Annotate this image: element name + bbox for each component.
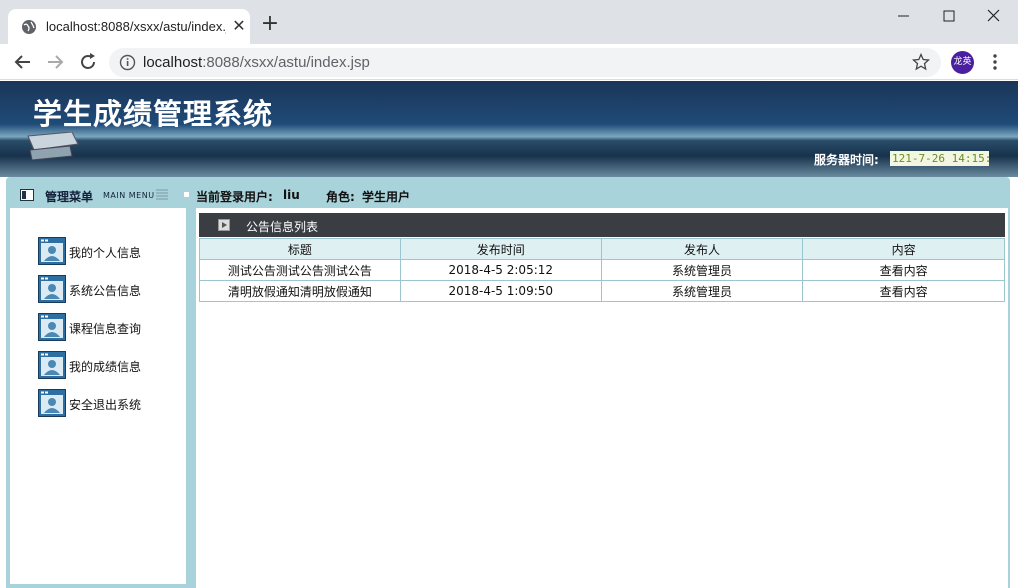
cell-title: 测试公告测试公告测试公告 (199, 259, 401, 281)
window-user-icon (38, 275, 66, 303)
table-row: 清明放假通知清明放假通知 2018-4-5 1:09:50 系统管理员 查看内容 (199, 280, 1005, 302)
cell-time: 2018-4-5 2:05:12 (399, 259, 602, 281)
sidebar-item-label: 我的成绩信息 (69, 360, 142, 374)
column-header-time: 发布时间 (399, 238, 602, 260)
play-icon (218, 219, 230, 231)
browser-tabstrip: localhost:8088/xsxx/astu/index.jsp ✕ + (0, 0, 1018, 44)
cell-time: 2018-4-5 1:09:50 (399, 280, 602, 302)
cell-publisher: 系统管理员 (600, 280, 804, 302)
plus-icon[interactable]: + (259, 13, 281, 36)
view-content-link[interactable]: 查看内容 (802, 259, 1005, 281)
url-text: localhost:8088/xsxx/astu/index.jsp (143, 54, 370, 71)
sidebar-item-announcements[interactable]: 系统公告信息 (38, 275, 178, 303)
star-icon[interactable] (912, 53, 930, 71)
window-close-icon[interactable] (982, 6, 1006, 26)
page-title: 学生成绩管理系统 (33, 97, 274, 131)
table-header-row: 标题 发布时间 发布人 内容 (199, 238, 1005, 260)
computer-icon (27, 132, 79, 160)
column-header-publisher: 发布人 (600, 238, 804, 260)
view-content-link[interactable]: 查看内容 (802, 280, 1005, 302)
bullet-icon (184, 192, 189, 197)
content-area: 公告信息列表 标题 发布时间 发布人 内容 测试公告测试公告测试公告 2018-… (196, 208, 1008, 588)
maximize-icon[interactable] (937, 6, 961, 26)
globe-icon (22, 20, 36, 34)
sidebar-item-label: 我的个人信息 (69, 246, 142, 260)
sidebar-item-logout[interactable]: 安全退出系统 (38, 389, 178, 417)
tab-title: localhost:8088/xsxx/astu/index.jsp (46, 19, 226, 34)
kebab-menu-icon[interactable] (985, 52, 1005, 72)
lines-icon (156, 189, 168, 200)
section-title: 公告信息列表 (246, 220, 319, 234)
close-icon[interactable]: ✕ (230, 17, 248, 35)
login-username: liu (283, 188, 300, 202)
menu-header: 管理菜单 MAIN MENU (10, 183, 186, 208)
info-icon[interactable] (119, 54, 136, 71)
menu-panel-icon (20, 189, 34, 201)
cell-title: 清明放假通知清明放假通知 (199, 280, 401, 302)
window-user-icon (38, 237, 66, 265)
table-row: 测试公告测试公告测试公告 2018-4-5 2:05:12 系统管理员 查看内容 (199, 259, 1005, 281)
notice-table: 标题 发布时间 发布人 内容 测试公告测试公告测试公告 2018-4-5 2:0… (199, 238, 1005, 302)
role-label: 角色: (326, 190, 355, 204)
page-banner: 学生成绩管理系统 服务器时间: 121-7-26 14:15:5 (0, 81, 1018, 177)
menu-subtitle: MAIN MENU (103, 191, 155, 200)
cell-publisher: 系统管理员 (600, 259, 804, 281)
window-user-icon (38, 389, 66, 417)
avatar[interactable]: 龙英 (951, 51, 974, 74)
window-user-icon (38, 313, 66, 341)
sidebar-item-label: 课程信息查询 (69, 322, 142, 336)
column-header-title: 标题 (199, 238, 401, 260)
sidebar-item-personal-info[interactable]: 我的个人信息 (38, 237, 178, 265)
back-arrow-icon[interactable] (11, 50, 35, 74)
window-user-icon (38, 351, 66, 379)
login-user-label: 当前登录用户: (196, 190, 273, 204)
browser-tab[interactable]: localhost:8088/xsxx/astu/index.jsp ✕ (8, 9, 250, 44)
server-time-value: 121-7-26 14:15:5 (890, 151, 989, 166)
address-bar[interactable]: localhost:8088/xsxx/astu/index.jsp (109, 48, 941, 77)
notice-list-header: 公告信息列表 (199, 213, 1005, 237)
server-time-label: 服务器时间: (814, 153, 879, 167)
reload-icon[interactable] (76, 50, 100, 74)
role-value: 学生用户 (362, 190, 411, 204)
sidebar-item-label: 系统公告信息 (69, 284, 142, 298)
minimize-icon[interactable] (892, 6, 916, 26)
sidebar-menu: 我的个人信息 系统公告信息 课程信息查询 我的成绩信息 安全退出系统 (10, 208, 186, 584)
column-header-content: 内容 (802, 238, 1005, 260)
menu-title: 管理菜单 (45, 190, 94, 204)
browser-toolbar: localhost:8088/xsxx/astu/index.jsp 龙英 (0, 44, 1018, 80)
sidebar-item-label: 安全退出系统 (69, 398, 142, 412)
sidebar-item-my-grades[interactable]: 我的成绩信息 (38, 351, 178, 379)
sidebar-item-course-query[interactable]: 课程信息查询 (38, 313, 178, 341)
forward-arrow-icon[interactable] (43, 50, 67, 74)
